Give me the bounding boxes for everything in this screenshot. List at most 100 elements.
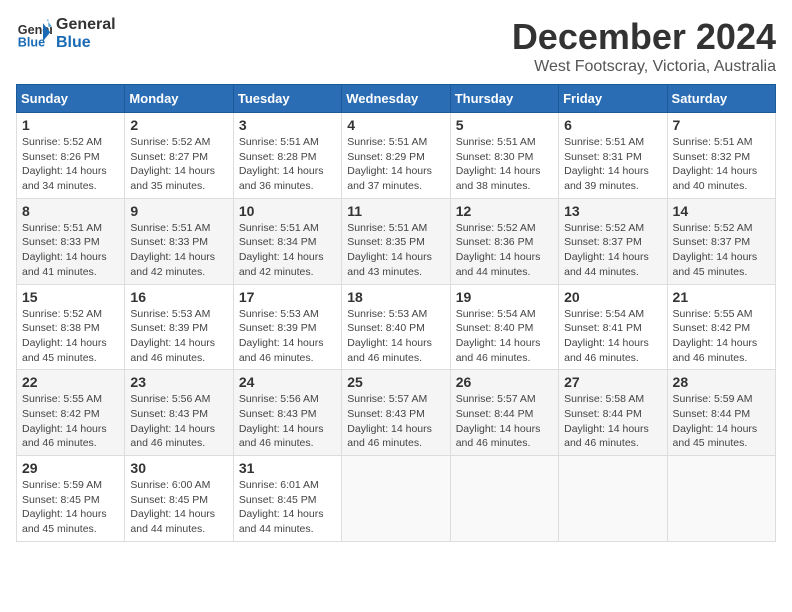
day-info: Sunrise: 5:57 AMSunset: 8:44 PMDaylight:… (456, 392, 553, 451)
calendar-cell: 10 Sunrise: 5:51 AMSunset: 8:34 PMDaylig… (233, 198, 341, 284)
day-number: 15 (22, 289, 119, 305)
calendar-week-1: 1 Sunrise: 5:52 AMSunset: 8:26 PMDayligh… (17, 113, 776, 199)
day-number: 13 (564, 203, 661, 219)
calendar-cell: 4 Sunrise: 5:51 AMSunset: 8:29 PMDayligh… (342, 113, 450, 199)
day-number: 11 (347, 203, 444, 219)
day-number: 4 (347, 117, 444, 133)
day-number: 9 (130, 203, 227, 219)
calendar-cell: 5 Sunrise: 5:51 AMSunset: 8:30 PMDayligh… (450, 113, 558, 199)
calendar-cell: 31 Sunrise: 6:01 AMSunset: 8:45 PMDaylig… (233, 456, 341, 542)
day-number: 2 (130, 117, 227, 133)
header-friday: Friday (559, 85, 667, 113)
month-title: December 2024 (512, 16, 776, 58)
calendar-cell (667, 456, 775, 542)
day-info: Sunrise: 5:57 AMSunset: 8:43 PMDaylight:… (347, 392, 444, 451)
day-info: Sunrise: 5:51 AMSunset: 8:28 PMDaylight:… (239, 135, 336, 194)
day-info: Sunrise: 5:53 AMSunset: 8:39 PMDaylight:… (239, 307, 336, 366)
day-info: Sunrise: 5:59 AMSunset: 8:45 PMDaylight:… (22, 478, 119, 537)
day-info: Sunrise: 5:51 AMSunset: 8:33 PMDaylight:… (22, 221, 119, 280)
day-number: 12 (456, 203, 553, 219)
calendar-cell: 22 Sunrise: 5:55 AMSunset: 8:42 PMDaylig… (17, 370, 125, 456)
calendar-week-5: 29 Sunrise: 5:59 AMSunset: 8:45 PMDaylig… (17, 456, 776, 542)
calendar-cell: 16 Sunrise: 5:53 AMSunset: 8:39 PMDaylig… (125, 284, 233, 370)
day-number: 26 (456, 374, 553, 390)
header-saturday: Saturday (667, 85, 775, 113)
calendar-cell (450, 456, 558, 542)
logo-text-general: General (56, 16, 116, 34)
calendar-table: SundayMondayTuesdayWednesdayThursdayFrid… (16, 84, 776, 542)
day-info: Sunrise: 5:52 AMSunset: 8:38 PMDaylight:… (22, 307, 119, 366)
calendar-week-4: 22 Sunrise: 5:55 AMSunset: 8:42 PMDaylig… (17, 370, 776, 456)
day-number: 19 (456, 289, 553, 305)
day-number: 27 (564, 374, 661, 390)
day-info: Sunrise: 5:54 AMSunset: 8:41 PMDaylight:… (564, 307, 661, 366)
day-info: Sunrise: 5:51 AMSunset: 8:31 PMDaylight:… (564, 135, 661, 194)
day-number: 3 (239, 117, 336, 133)
day-info: Sunrise: 5:56 AMSunset: 8:43 PMDaylight:… (239, 392, 336, 451)
day-number: 31 (239, 460, 336, 476)
calendar-cell (342, 456, 450, 542)
header-monday: Monday (125, 85, 233, 113)
logo: General Blue General Blue (16, 16, 116, 52)
day-info: Sunrise: 5:51 AMSunset: 8:30 PMDaylight:… (456, 135, 553, 194)
day-info: Sunrise: 5:53 AMSunset: 8:40 PMDaylight:… (347, 307, 444, 366)
calendar-cell: 8 Sunrise: 5:51 AMSunset: 8:33 PMDayligh… (17, 198, 125, 284)
calendar-week-3: 15 Sunrise: 5:52 AMSunset: 8:38 PMDaylig… (17, 284, 776, 370)
day-info: Sunrise: 5:58 AMSunset: 8:44 PMDaylight:… (564, 392, 661, 451)
calendar-cell: 6 Sunrise: 5:51 AMSunset: 8:31 PMDayligh… (559, 113, 667, 199)
day-number: 23 (130, 374, 227, 390)
day-info: Sunrise: 5:51 AMSunset: 8:29 PMDaylight:… (347, 135, 444, 194)
calendar-cell: 1 Sunrise: 5:52 AMSunset: 8:26 PMDayligh… (17, 113, 125, 199)
calendar-cell (559, 456, 667, 542)
calendar-cell: 24 Sunrise: 5:56 AMSunset: 8:43 PMDaylig… (233, 370, 341, 456)
day-info: Sunrise: 5:51 AMSunset: 8:33 PMDaylight:… (130, 221, 227, 280)
day-info: Sunrise: 5:56 AMSunset: 8:43 PMDaylight:… (130, 392, 227, 451)
calendar-cell: 29 Sunrise: 5:59 AMSunset: 8:45 PMDaylig… (17, 456, 125, 542)
day-number: 24 (239, 374, 336, 390)
day-info: Sunrise: 5:52 AMSunset: 8:37 PMDaylight:… (564, 221, 661, 280)
day-info: Sunrise: 5:54 AMSunset: 8:40 PMDaylight:… (456, 307, 553, 366)
day-number: 28 (673, 374, 770, 390)
day-number: 30 (130, 460, 227, 476)
calendar-week-2: 8 Sunrise: 5:51 AMSunset: 8:33 PMDayligh… (17, 198, 776, 284)
calendar-cell: 20 Sunrise: 5:54 AMSunset: 8:41 PMDaylig… (559, 284, 667, 370)
calendar-cell: 13 Sunrise: 5:52 AMSunset: 8:37 PMDaylig… (559, 198, 667, 284)
calendar-cell: 26 Sunrise: 5:57 AMSunset: 8:44 PMDaylig… (450, 370, 558, 456)
calendar-cell: 9 Sunrise: 5:51 AMSunset: 8:33 PMDayligh… (125, 198, 233, 284)
svg-text:Blue: Blue (18, 36, 45, 50)
calendar-cell: 2 Sunrise: 5:52 AMSunset: 8:27 PMDayligh… (125, 113, 233, 199)
calendar-header-row: SundayMondayTuesdayWednesdayThursdayFrid… (17, 85, 776, 113)
calendar-cell: 17 Sunrise: 5:53 AMSunset: 8:39 PMDaylig… (233, 284, 341, 370)
header-tuesday: Tuesday (233, 85, 341, 113)
day-number: 6 (564, 117, 661, 133)
header-sunday: Sunday (17, 85, 125, 113)
logo-icon: General Blue (16, 16, 52, 52)
title-area: December 2024 West Footscray, Victoria, … (512, 16, 776, 76)
day-number: 22 (22, 374, 119, 390)
calendar-cell: 7 Sunrise: 5:51 AMSunset: 8:32 PMDayligh… (667, 113, 775, 199)
calendar-cell: 3 Sunrise: 5:51 AMSunset: 8:28 PMDayligh… (233, 113, 341, 199)
calendar-cell: 14 Sunrise: 5:52 AMSunset: 8:37 PMDaylig… (667, 198, 775, 284)
calendar-cell: 25 Sunrise: 5:57 AMSunset: 8:43 PMDaylig… (342, 370, 450, 456)
location-subtitle: West Footscray, Victoria, Australia (512, 58, 776, 76)
calendar-cell: 27 Sunrise: 5:58 AMSunset: 8:44 PMDaylig… (559, 370, 667, 456)
day-number: 14 (673, 203, 770, 219)
calendar-cell: 19 Sunrise: 5:54 AMSunset: 8:40 PMDaylig… (450, 284, 558, 370)
header-thursday: Thursday (450, 85, 558, 113)
header: General Blue General Blue December 2024 … (16, 16, 776, 76)
calendar-cell: 23 Sunrise: 5:56 AMSunset: 8:43 PMDaylig… (125, 370, 233, 456)
day-info: Sunrise: 5:51 AMSunset: 8:32 PMDaylight:… (673, 135, 770, 194)
day-info: Sunrise: 5:52 AMSunset: 8:36 PMDaylight:… (456, 221, 553, 280)
day-number: 25 (347, 374, 444, 390)
day-number: 21 (673, 289, 770, 305)
calendar-cell: 15 Sunrise: 5:52 AMSunset: 8:38 PMDaylig… (17, 284, 125, 370)
day-info: Sunrise: 5:51 AMSunset: 8:35 PMDaylight:… (347, 221, 444, 280)
header-wednesday: Wednesday (342, 85, 450, 113)
calendar-cell: 18 Sunrise: 5:53 AMSunset: 8:40 PMDaylig… (342, 284, 450, 370)
calendar-cell: 12 Sunrise: 5:52 AMSunset: 8:36 PMDaylig… (450, 198, 558, 284)
calendar-cell: 30 Sunrise: 6:00 AMSunset: 8:45 PMDaylig… (125, 456, 233, 542)
day-number: 8 (22, 203, 119, 219)
day-info: Sunrise: 5:55 AMSunset: 8:42 PMDaylight:… (22, 392, 119, 451)
day-info: Sunrise: 5:51 AMSunset: 8:34 PMDaylight:… (239, 221, 336, 280)
day-number: 16 (130, 289, 227, 305)
